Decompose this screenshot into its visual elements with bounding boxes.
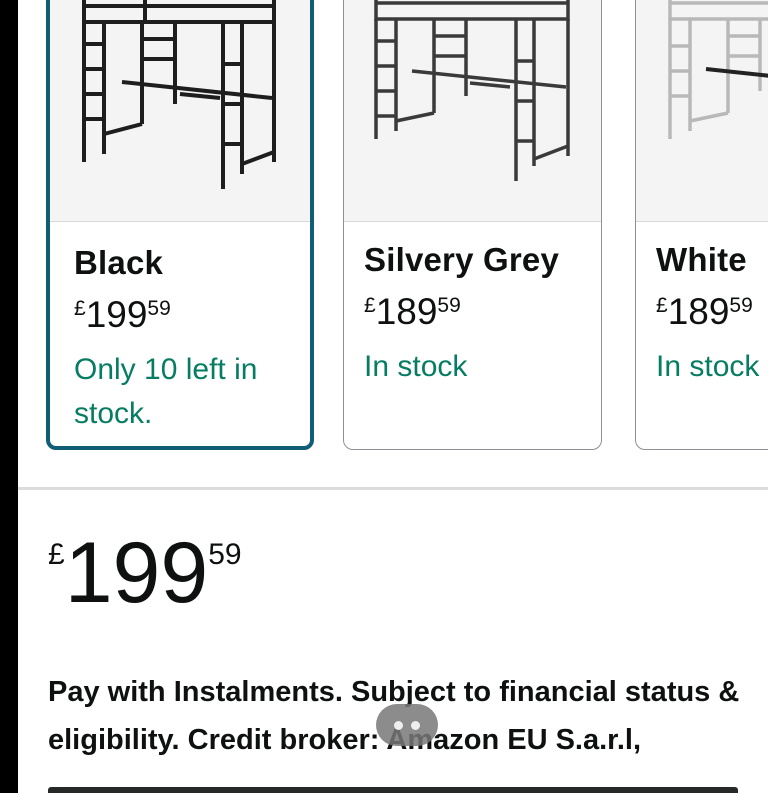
variant-card-black[interactable]: Black £19959 Only 10 left in stock. (46, 0, 314, 450)
loft-bed-image (668, 0, 768, 139)
variant-image-silvery-grey (344, 0, 601, 222)
price-fraction: 59 (729, 294, 753, 317)
loft-bed-image (82, 0, 276, 189)
main-price-fraction: 59 (208, 538, 242, 571)
main-price-currency: £ (48, 538, 65, 571)
stock-status: Only 10 left in stock. (74, 353, 258, 430)
variant-name: Black (74, 244, 164, 281)
stock-status: In stock (364, 350, 468, 383)
main-price-whole: 199 (64, 525, 209, 621)
currency-symbol: £ (364, 294, 376, 317)
variant-card-silvery-grey[interactable]: Silvery Grey £18959 In stock (343, 0, 602, 450)
section-divider (18, 487, 768, 490)
loft-bed-image (374, 0, 570, 181)
stock-status: In stock (656, 350, 760, 383)
drag-handle-dot (411, 721, 420, 730)
variant-price: £18959 (364, 291, 601, 333)
price-fraction: 59 (437, 294, 461, 317)
variant-price: £18959 (656, 291, 768, 333)
variant-name: White (656, 241, 747, 278)
drag-handle-dot (394, 721, 403, 730)
currency-symbol: £ (74, 297, 86, 320)
variant-card-white[interactable]: White £18959 In stock (635, 0, 768, 450)
product-page: Black £19959 Only 10 left in stock. Silv… (18, 0, 768, 793)
price-whole: 189 (375, 291, 438, 332)
currency-symbol: £ (656, 294, 668, 317)
price-whole: 189 (667, 291, 730, 332)
variant-price: £19959 (74, 294, 310, 336)
variant-image-white (636, 0, 768, 222)
variant-name: Silvery Grey (364, 241, 560, 278)
drag-handle-icon[interactable] (376, 704, 438, 746)
main-price: £19959 (48, 530, 242, 616)
variant-image-black (50, 0, 310, 222)
price-whole: 199 (85, 294, 148, 335)
cutoff-text-line (48, 787, 738, 793)
price-fraction: 59 (147, 297, 171, 320)
